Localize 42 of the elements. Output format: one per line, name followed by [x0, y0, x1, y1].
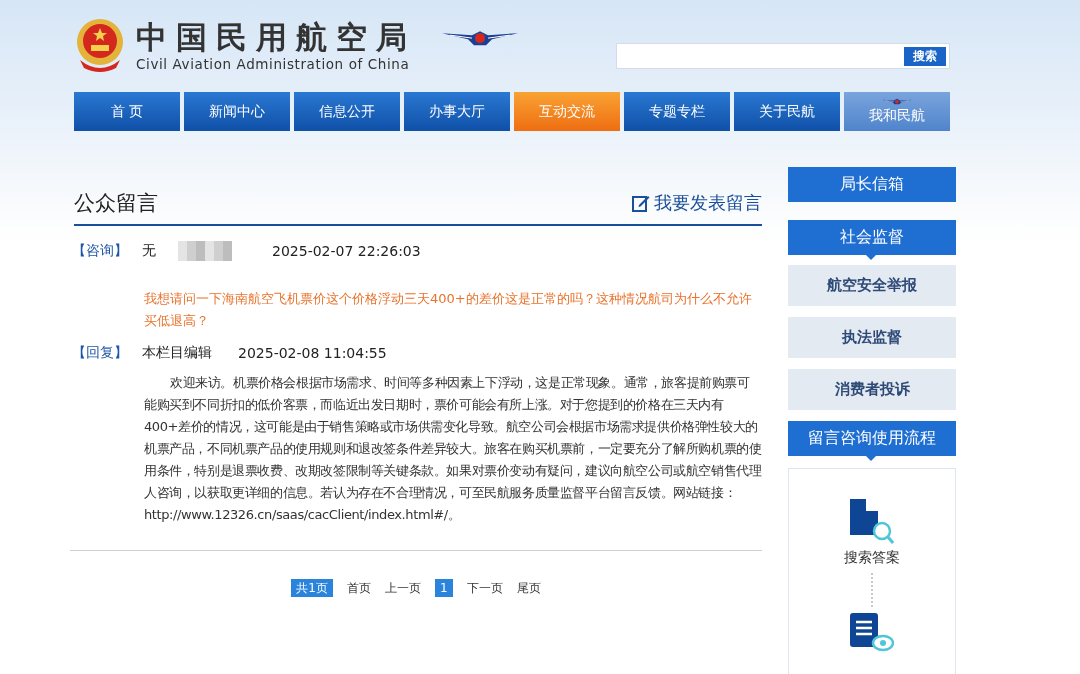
page-link[interactable]: 尾页 — [516, 579, 541, 597]
reply-text: 欢迎来访。机票价格会根据市场需求、时间等多种因素上下浮动，这是正常现象。通常，旅客提前购票可能购买到不同折扣的低价客票，而临近出发日期时，票价可能会有所上涨。对于您提到的价格在三天内有400+差价的情况，这可能是由于销售策略或市场供需变化导致。航空公司会根据市场需求提供价格弹性较大的机票产品，不同机票产品的使用规则和退改签条件差异较大。旅客在购买机票前，一定要充分了解所购机票的使用条件，特别是退票收费、改期改签限制等关键条款。如果对票价变动有疑问，建议向航空公司或航空销售代理人咨询，以获取更详细的信息。若认为存在不合理情况，可至民航服务质量监督平台留言反馈。网站链接： http://www.12326.cn/saas/cacClient/index.html#/。 — [144, 374, 762, 524]
wings-icon — [882, 98, 912, 107]
site-title: 中国民用航空局 — [136, 19, 416, 55]
redacted-name — [178, 241, 232, 261]
website-link[interactable]: http://www.12326.cn/saas/cacClient/index.html#/。 — [144, 507, 461, 522]
pointer-icon — [866, 456, 876, 461]
page-number[interactable]: 1 — [435, 579, 453, 597]
sidebar-header[interactable]: 局长信箱 — [788, 167, 956, 202]
page-link[interactable]: 上一页 — [385, 579, 421, 597]
edit-icon — [632, 193, 650, 212]
pointer-icon — [866, 255, 876, 260]
search-field[interactable]: 搜索 — [616, 43, 950, 69]
nav-tab[interactable]: 信息公开 — [294, 92, 400, 131]
sidebar-link[interactable]: 航空安全举报 — [788, 265, 956, 306]
asker-name: 无 — [142, 242, 156, 260]
nav-tab[interactable]: 我和民航 — [844, 92, 950, 131]
document-view-icon — [850, 613, 894, 653]
sidebar-link[interactable]: 执法监督 — [788, 317, 956, 358]
reply-tag: 【回复】 — [72, 344, 142, 362]
nav-tab[interactable]: 专题专栏 — [624, 92, 730, 131]
page-link[interactable]: 首页 — [347, 579, 371, 597]
question-text: 我想请问一下海南航空飞机票价这个价格浮动三天400+的差价这是正常的吗？这种情况航司为什么不允许买低退高？ — [144, 290, 753, 330]
consult-time: 2025-02-07 22:26:03 — [272, 243, 421, 259]
consult-tag: 【咨询】 — [72, 242, 142, 260]
reply-time: 2025-02-08 11:04:55 — [238, 345, 387, 361]
page-link[interactable]: 下一页 — [466, 579, 503, 597]
page-total: 共1页 — [291, 579, 333, 597]
dotted-connector — [871, 573, 873, 607]
sidebar-link[interactable]: 消费者投诉 — [788, 369, 956, 410]
nav-tab[interactable]: 首 页 — [74, 92, 180, 131]
reply-author: 本栏目编辑 — [142, 344, 212, 362]
national-emblem-icon — [74, 18, 126, 74]
nav-tab[interactable]: 办事大厅 — [404, 92, 510, 131]
post-message-link[interactable]: 我要发表留言 — [632, 190, 762, 215]
nav-tab[interactable]: 关于民航 — [734, 92, 840, 131]
process-step[interactable]: 搜索答案 — [844, 549, 900, 567]
site-subtitle: Civil Aviation Administration of China — [136, 55, 411, 73]
document-search-icon — [850, 499, 894, 545]
page-title: 公众留言 — [74, 189, 158, 217]
search-button[interactable]: 搜索 — [904, 46, 946, 66]
nav-tab[interactable]: 新闻中心 — [184, 92, 290, 131]
